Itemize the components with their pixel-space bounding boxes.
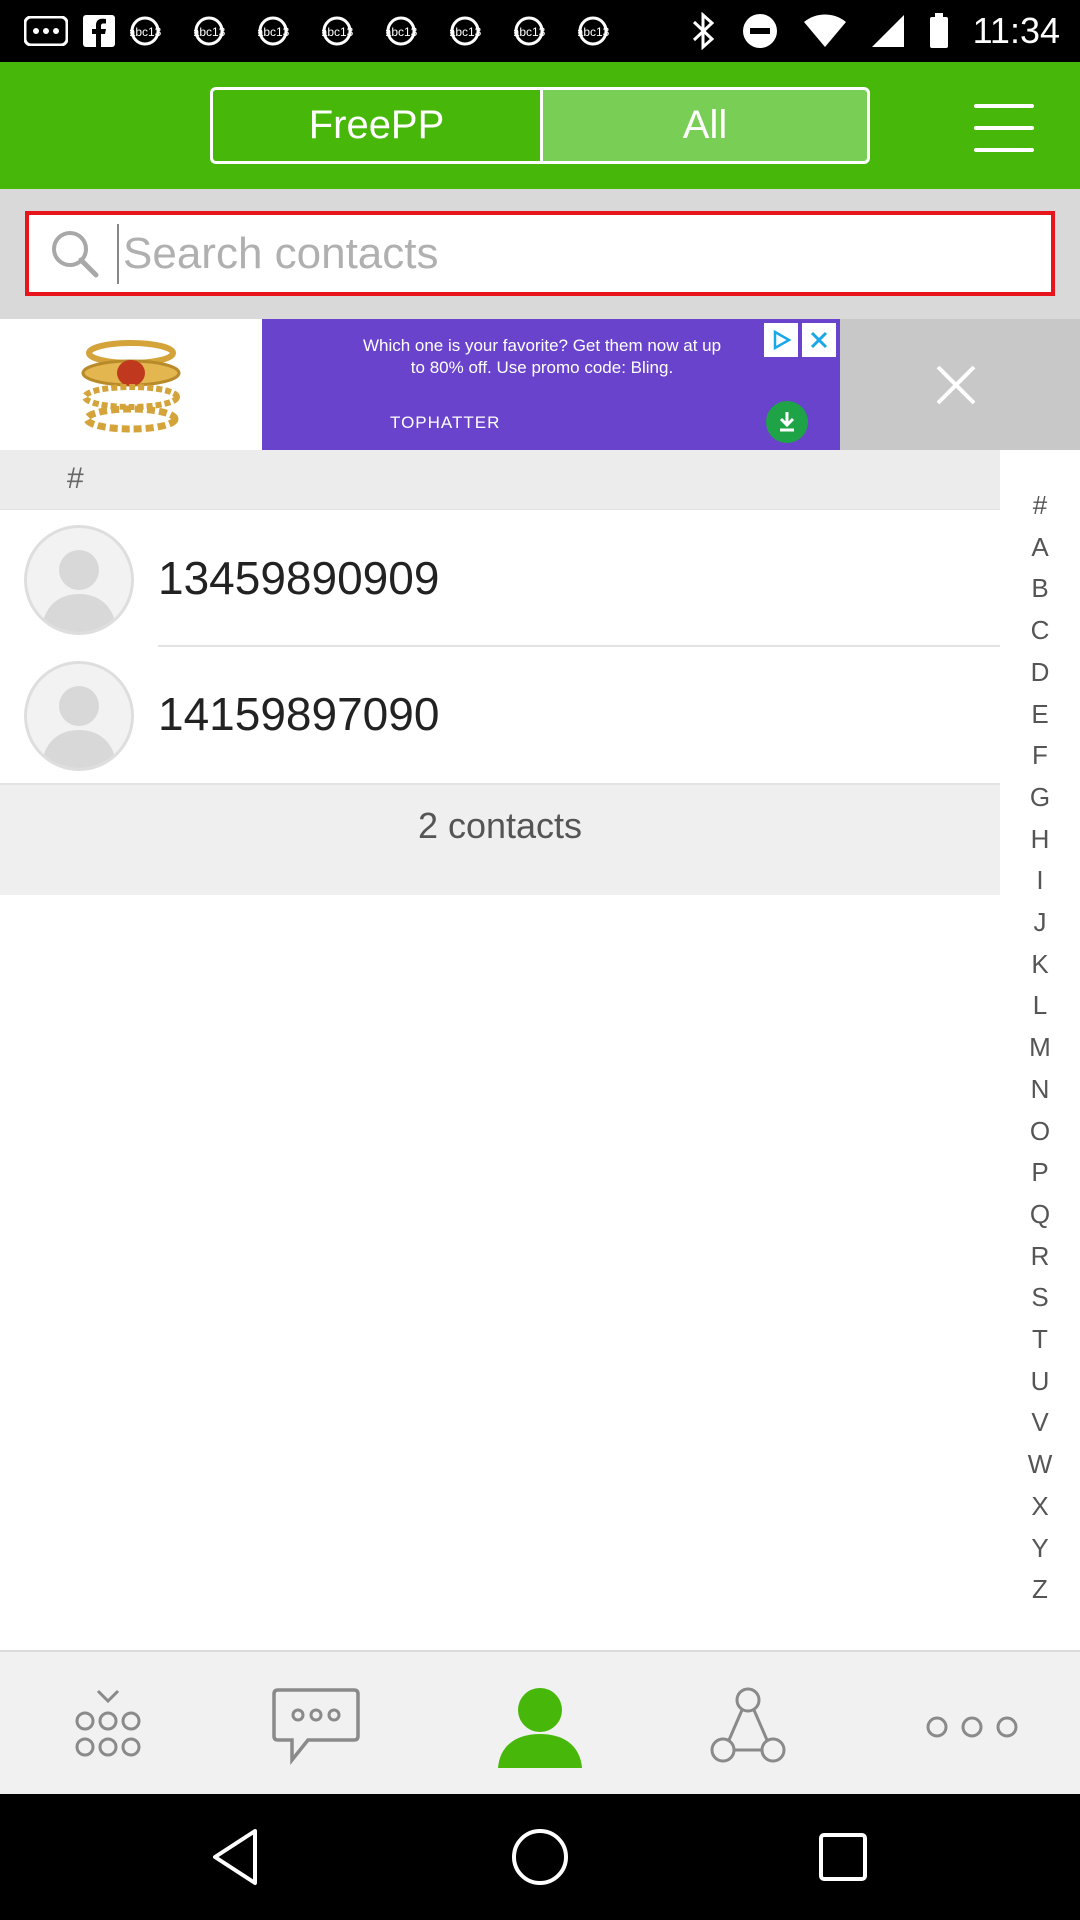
search-input[interactable] [117,223,1051,284]
abc13-icon: abc13 [450,16,500,46]
alphabet-index-letter[interactable]: D [1000,657,1080,688]
alphabet-index-letter[interactable]: C [1000,615,1080,646]
alphabet-index-letter[interactable]: Q [1000,1199,1080,1230]
system-status-icons: 11:34 [691,10,1060,52]
contacts-count-footer: 2 contacts [0,783,1000,895]
alphabet-index-letter[interactable]: T [1000,1324,1080,1355]
abc13-icon: abc13 [258,16,308,46]
close-icon[interactable] [916,345,996,425]
alphabet-index-letter[interactable]: B [1000,573,1080,604]
app-header: FreePP All [0,62,1080,189]
dialpad-icon[interactable] [48,1682,168,1772]
ad-choices[interactable] [764,323,836,357]
ad-image[interactable] [0,319,262,450]
wifi-icon [803,14,847,48]
alphabet-index-letter[interactable]: L [1000,990,1080,1021]
download-icon[interactable] [766,401,808,443]
back-icon[interactable] [200,1822,270,1892]
contacts-count: 2 contacts [417,805,583,846]
bottom-nav [0,1650,1080,1794]
section-header: # [0,450,1000,510]
chat-icon[interactable] [256,1682,376,1772]
alphabet-index-letter[interactable]: A [1000,532,1080,563]
alphabet-index-letter[interactable]: X [1000,1491,1080,1522]
alphabet-index-letter[interactable]: S [1000,1282,1080,1313]
alphabet-index-letter[interactable]: H [1000,824,1080,855]
contact-row[interactable]: 13459890909 [0,511,1000,647]
contact-name: 13459890909 [158,552,440,604]
abc13-icon: abc13 [130,16,180,46]
abc13-icon: abc13 [386,16,436,46]
more-dots-icon [24,16,68,46]
alphabet-index-letter[interactable]: Y [1000,1533,1080,1564]
abc13-label: abc13 [514,25,546,39]
facebook-icon [82,14,116,48]
alphabet-index-letter[interactable]: O [1000,1116,1080,1147]
abc13-label: abc13 [322,25,354,39]
battery-icon [929,13,949,49]
abc13-label: abc13 [450,25,482,39]
alphabet-index-letter[interactable]: V [1000,1407,1080,1438]
ad-choices-icon[interactable] [764,323,798,357]
abc13-label: abc13 [258,25,290,39]
social-network-icon[interactable] [688,1682,808,1772]
alphabet-index-letter[interactable]: R [1000,1241,1080,1272]
notification-icons: abc13 abc13 abc13 abc13 abc13 abc13 abc1… [24,12,628,50]
search-icon [49,228,101,280]
more-icon[interactable] [912,1682,1032,1772]
home-icon[interactable] [505,1822,575,1892]
alphabet-index-letter[interactable]: # [1000,490,1080,521]
abc13-label: abc13 [578,25,610,39]
alphabet-index[interactable]: # A B C D E F G H I J K L M N O P Q R S T U V W X Y Z [1000,450,1080,1650]
alphabet-index-letter[interactable]: F [1000,740,1080,771]
avatar [24,525,134,635]
contacts-icon[interactable] [480,1682,600,1772]
ad-text: Which one is your favorite? Get them now… [362,336,722,377]
abc13-icon: abc13 [322,16,372,46]
ad-brand: TOPHATTER [390,413,501,432]
section-letter: # [67,462,84,495]
bluetooth-icon [691,12,717,50]
search-box[interactable] [25,211,1055,296]
alphabet-index-letter[interactable]: G [1000,782,1080,813]
alphabet-index-letter[interactable]: M [1000,1032,1080,1063]
abc13-label: abc13 [386,25,418,39]
ad-content[interactable]: Which one is your favorite? Get them now… [262,319,840,450]
alphabet-index-letter[interactable]: J [1000,907,1080,938]
contact-row[interactable]: 14159897090 [0,647,1000,783]
contact-name: 14159897090 [158,688,440,740]
tab-all[interactable]: All [540,87,870,164]
search-area [0,189,1080,319]
ad-banner[interactable]: Which one is your favorite? Get them now… [0,319,1080,450]
alphabet-index-letter[interactable]: Z [1000,1574,1080,1605]
hamburger-menu-icon[interactable] [968,98,1040,158]
tab-freepp[interactable]: FreePP [210,87,540,164]
alphabet-index-letter[interactable]: W [1000,1449,1080,1480]
avatar [24,661,134,771]
system-nav-bar [0,1794,1080,1920]
alphabet-index-letter[interactable]: K [1000,949,1080,980]
signal-icon [871,14,905,48]
recents-icon[interactable] [808,1822,878,1892]
abc13-icon: abc13 [578,16,628,46]
abc13-label: abc13 [130,25,162,39]
status-bar: abc13 abc13 abc13 abc13 abc13 abc13 abc1… [0,0,1080,62]
ad-close-small-icon[interactable] [802,323,836,357]
alphabet-index-letter[interactable]: U [1000,1366,1080,1397]
abc13-icon: abc13 [194,16,244,46]
alphabet-index-letter[interactable]: P [1000,1157,1080,1188]
abc13-icon: abc13 [514,16,564,46]
abc13-label: abc13 [194,25,226,39]
status-time: 11:34 [972,10,1060,51]
do-not-disturb-icon [741,12,779,50]
alphabet-index-letter[interactable]: N [1000,1074,1080,1105]
alphabet-index-letter[interactable]: I [1000,865,1080,896]
alphabet-index-letter[interactable]: E [1000,699,1080,730]
